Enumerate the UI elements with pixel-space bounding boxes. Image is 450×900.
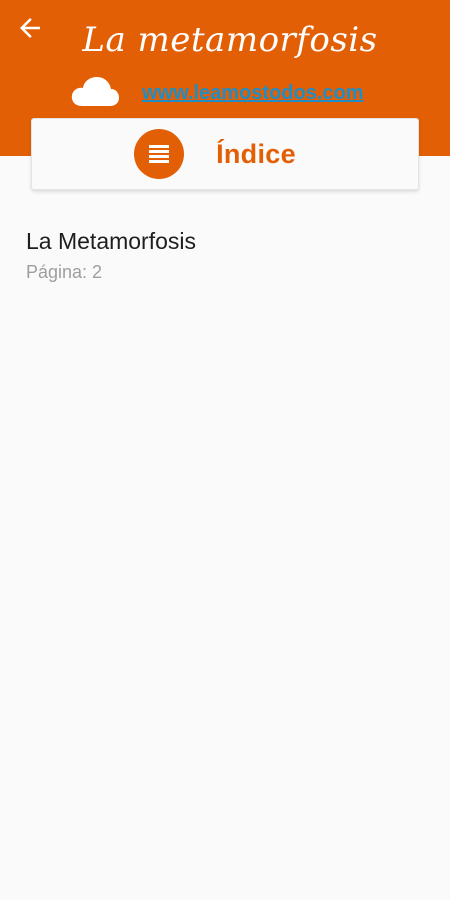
screen: La metamorfosis www.leamostodos.com Índi…: [0, 0, 450, 900]
index-button[interactable]: Índice: [31, 118, 419, 190]
page-title: La metamorfosis: [82, 20, 378, 60]
chapter-page: Página: 2: [26, 262, 103, 282]
chapter-title: La Metamorfosis: [26, 228, 197, 254]
cloud-icon: [71, 77, 119, 106]
list-icon: [134, 129, 185, 179]
arrow-left-icon: [20, 18, 40, 38]
chapter-item[interactable]: La Metamorfosis Página: 2: [0, 218, 450, 290]
index-label: Índice: [216, 138, 296, 169]
back-button[interactable]: [8, 8, 52, 48]
website-link[interactable]: www.leamostodos.com: [142, 80, 364, 106]
